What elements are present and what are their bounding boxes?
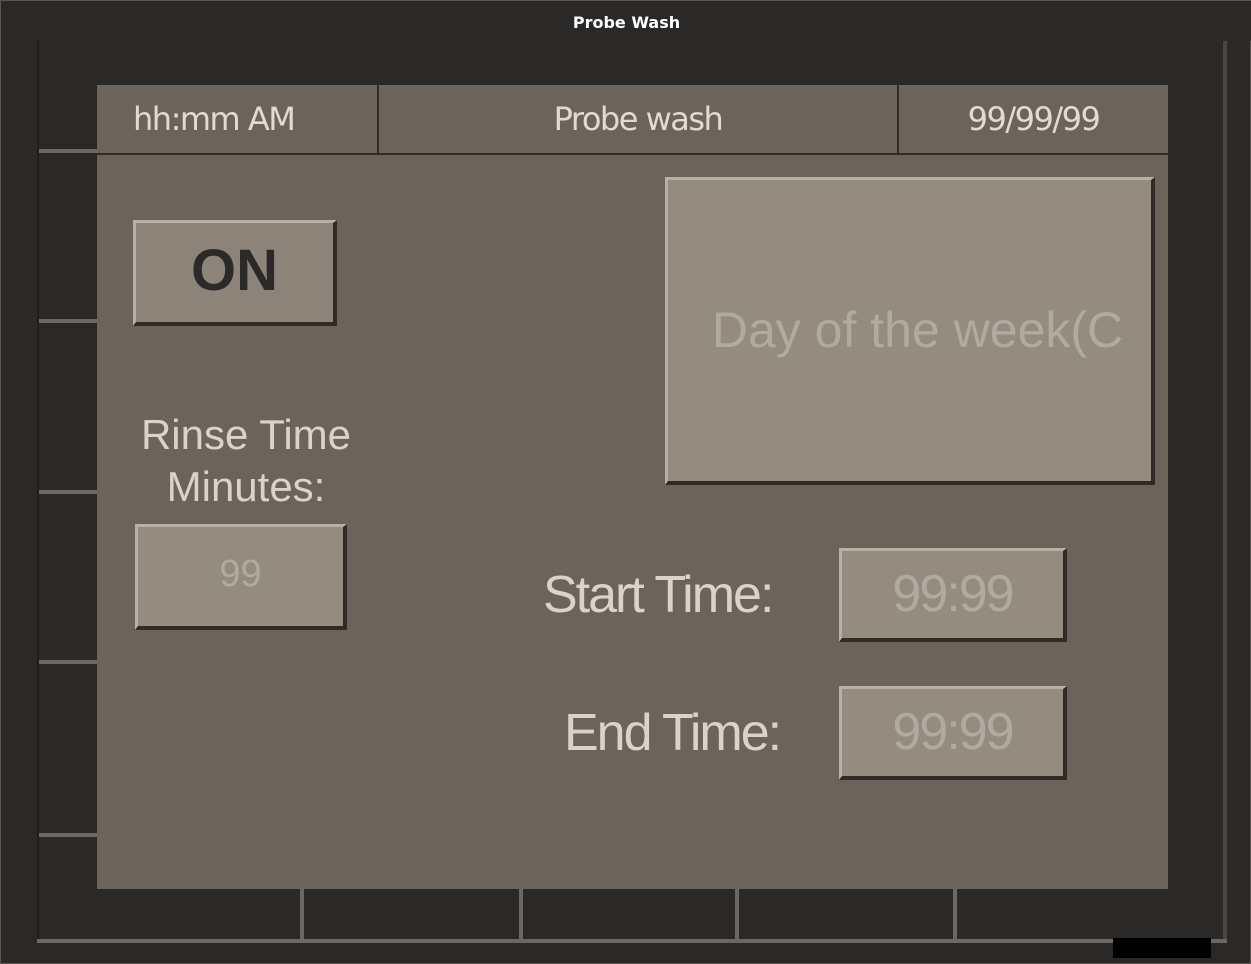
end-time-label: End Time: [564, 704, 782, 762]
end-time-input[interactable]: 99:99 [839, 686, 1067, 780]
main-panel: hh:mm AM Probe wash 99/99/99 ON Rinse Ti… [97, 85, 1168, 889]
bottom-softkey-divider [735, 889, 739, 939]
side-softkey-divider [39, 319, 97, 323]
header-time: hh:mm AM [133, 100, 296, 138]
bottom-softkey-divider [300, 889, 304, 939]
start-time-label: Start Time: [543, 566, 774, 624]
day-of-week-button[interactable]: Day of the week(C [665, 177, 1155, 485]
rinse-time-input[interactable]: 99 [135, 524, 347, 630]
status-indicator [1113, 938, 1211, 958]
side-softkey-divider [39, 833, 97, 837]
page-title: Probe wash [553, 100, 724, 138]
rinse-time-label: Rinse Time Minutes: [117, 409, 375, 513]
rinse-time-label-line2: Minutes: [166, 463, 326, 510]
probe-wash-window: Probe Wash hh:mm AM Probe wash 99/99/99 … [0, 0, 1251, 964]
frame-bottom-edge [37, 939, 1227, 943]
title-bar: Probe Wash [1, 1, 1251, 41]
rinse-time-label-line1: Rinse Time [140, 411, 352, 458]
bottom-softkey-divider [953, 889, 957, 939]
side-softkey-divider [39, 149, 97, 153]
window-title: Probe Wash [572, 13, 681, 32]
header-bar: hh:mm AM Probe wash 99/99/99 [97, 85, 1168, 155]
start-time-input[interactable]: 99:99 [839, 548, 1067, 642]
side-softkey-divider [39, 490, 97, 494]
frame-right-edge [1223, 41, 1227, 943]
side-softkey-divider [39, 660, 97, 664]
on-toggle-button[interactable]: ON [133, 220, 337, 326]
bottom-softkey-divider [519, 889, 523, 939]
header-date: 99/99/99 [967, 100, 1101, 138]
